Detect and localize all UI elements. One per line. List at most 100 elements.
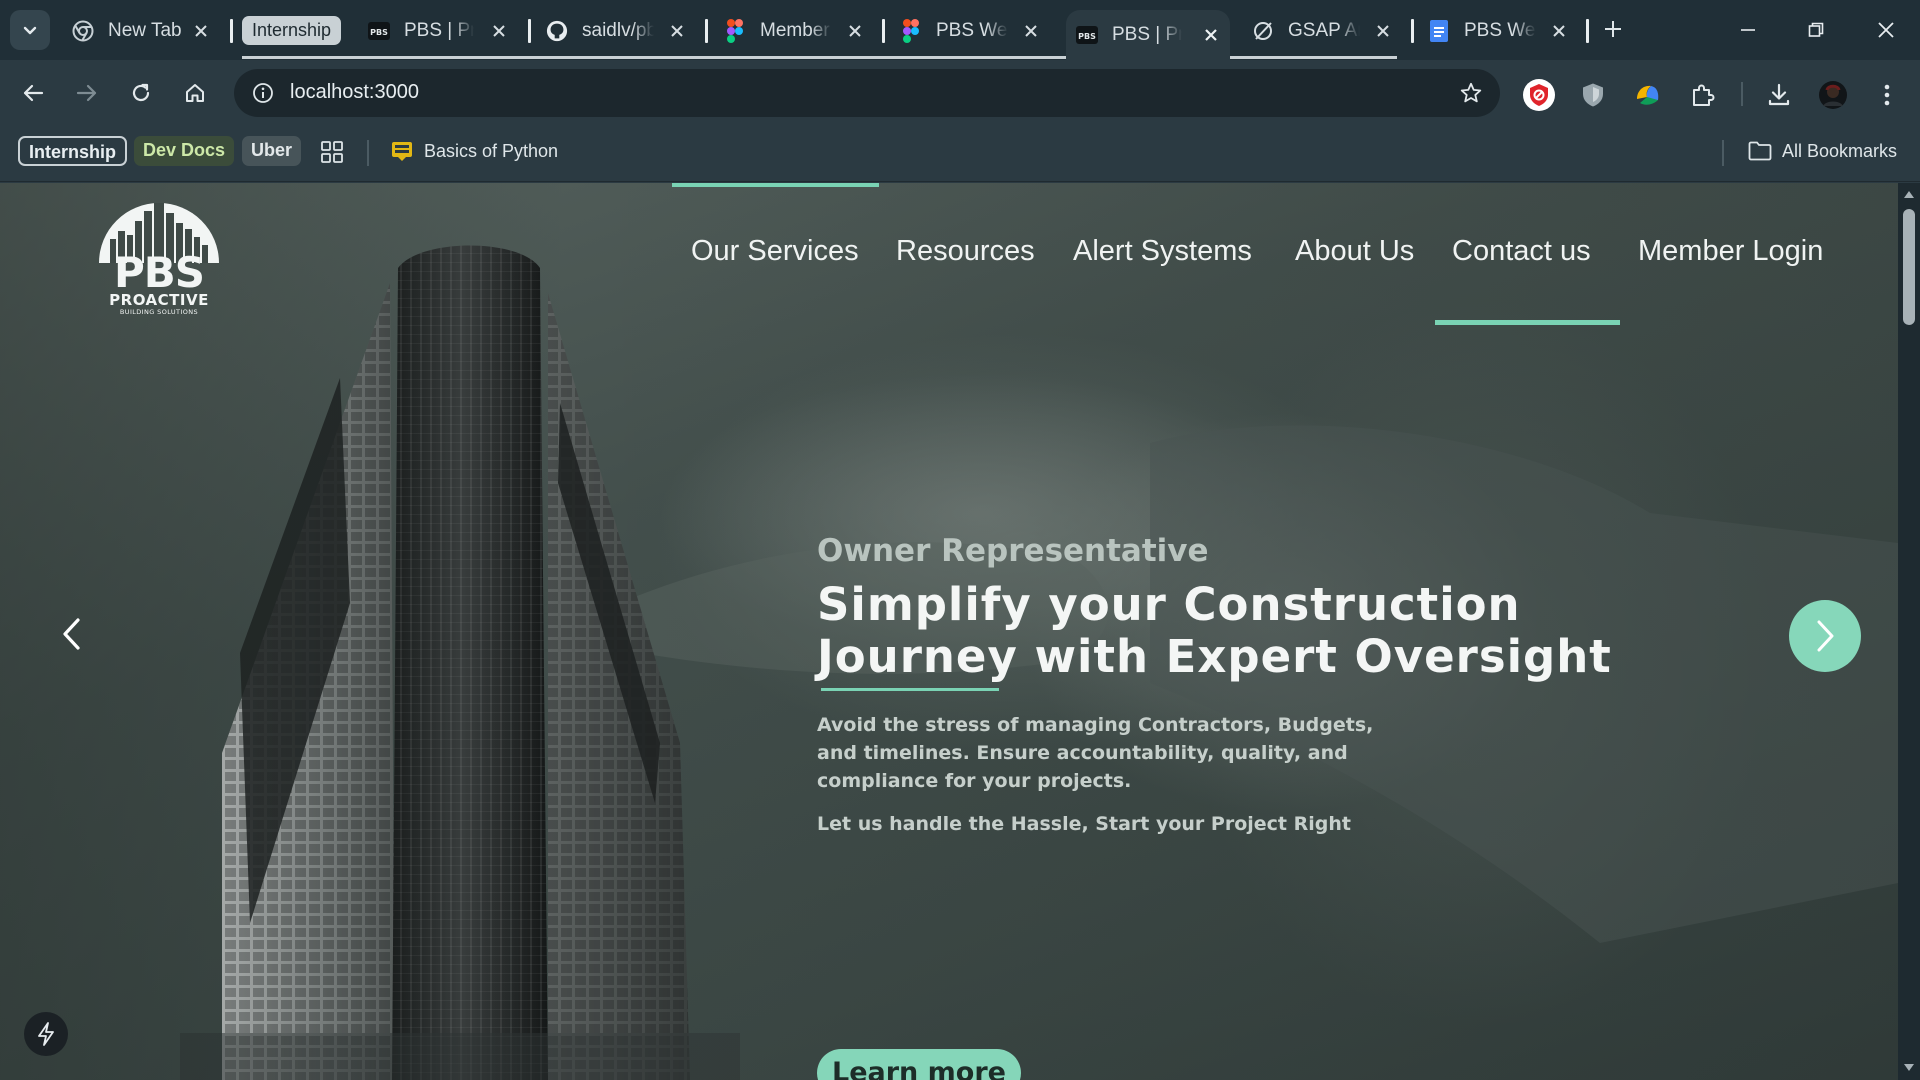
tab-pbs-active[interactable]: PBS PBS | Pro: [1066, 10, 1230, 60]
browser-window: New Tab Internship PBS PBS | Pro saidlv/…: [0, 0, 1920, 1080]
adblock-extension-icon[interactable]: [1522, 78, 1556, 112]
nav-hover-indicator: [672, 183, 879, 187]
chevron-right-icon: [1817, 620, 1834, 652]
tab-separator: [528, 19, 531, 43]
scroll-down-icon[interactable]: [1903, 1063, 1915, 1073]
toolbar-divider: [1741, 82, 1743, 106]
nav-resources[interactable]: Resources: [896, 235, 1035, 268]
shield-extension-icon[interactable]: [1576, 78, 1610, 112]
minimize-icon: [1741, 29, 1755, 31]
all-bookmarks-label: All Bookmarks: [1782, 140, 1898, 161]
carousel-prev-button[interactable]: [52, 614, 92, 654]
tab-title: PBS | Pro: [404, 20, 474, 41]
page-scrollbar[interactable]: [1898, 183, 1920, 1080]
home-button[interactable]: [176, 74, 214, 112]
hero-headline-line-2: Journey with Expert Oversight: [817, 630, 1612, 683]
arrow-left-icon: [23, 84, 44, 102]
back-button[interactable]: [14, 74, 52, 112]
address-url[interactable]: localhost:3000: [290, 81, 419, 104]
nav-about-us[interactable]: About Us: [1295, 235, 1414, 268]
tab-github[interactable]: saidlv/pb: [536, 11, 696, 51]
hero-headline-line-1: Simplify your Construction: [817, 578, 1521, 631]
nav-our-services[interactable]: Our Services: [691, 235, 859, 268]
tab-title: saidlv/pb: [582, 20, 654, 41]
extensions-puzzle-icon[interactable]: [1686, 78, 1720, 112]
download-icon: [1768, 83, 1790, 106]
bookmarks-divider: [367, 140, 369, 166]
scroll-up-icon[interactable]: [1903, 189, 1915, 199]
close-icon[interactable]: [1200, 24, 1222, 46]
close-icon[interactable]: [844, 20, 866, 42]
tab-separator: [1586, 19, 1589, 43]
restore-button[interactable]: [1786, 10, 1846, 50]
tab-title: PBS | Pro: [1112, 24, 1182, 45]
site-info-icon[interactable]: [248, 78, 278, 108]
close-icon[interactable]: [190, 20, 212, 42]
home-icon: [186, 84, 204, 102]
minimize-button[interactable]: [1718, 10, 1778, 50]
forward-button[interactable]: [68, 74, 106, 112]
more-vertical-icon: [1884, 84, 1890, 106]
browser-menu-button[interactable]: [1870, 78, 1904, 112]
figma-icon: [724, 19, 746, 43]
carousel-next-button[interactable]: [1789, 600, 1861, 672]
tab-title: PBS Web: [936, 20, 1008, 41]
tab-separator: [1411, 19, 1414, 43]
plus-icon: [1605, 21, 1621, 37]
bookmark-group-internship[interactable]: Internship: [18, 136, 128, 166]
nav-contact-us[interactable]: Contact us: [1452, 235, 1591, 268]
new-tab-button[interactable]: [1598, 14, 1628, 44]
tab-group-internship[interactable]: Internship: [242, 16, 342, 45]
apps-grid-icon[interactable]: [318, 138, 346, 166]
arrow-right-icon: [76, 84, 97, 102]
learn-more-button[interactable]: Learn more: [817, 1049, 1021, 1080]
all-bookmarks-button[interactable]: All Bookmarks: [1748, 136, 1897, 166]
tab-separator: [230, 19, 233, 43]
window-close-button[interactable]: [1856, 10, 1916, 50]
downloads-button[interactable]: [1762, 78, 1796, 112]
figma-icon: [900, 19, 922, 43]
tab-google-docs[interactable]: PBS Web: [1418, 11, 1578, 51]
tab-separator: [705, 19, 708, 43]
reload-icon: [132, 83, 150, 102]
address-bar[interactable]: localhost:3000: [234, 69, 1500, 117]
close-icon[interactable]: [488, 20, 510, 42]
tab-figma-member[interactable]: Member: [714, 11, 874, 51]
bookmark-basics-of-python[interactable]: Basics of Python: [390, 136, 558, 166]
tab-title: PBS Web: [1464, 20, 1536, 41]
tab-title: Member: [760, 20, 830, 41]
chevron-down-icon: [23, 26, 37, 35]
google-docs-icon: [1428, 20, 1450, 42]
bookmark-group-dev-docs[interactable]: Dev Docs: [134, 136, 235, 166]
close-icon[interactable]: [1020, 20, 1042, 42]
scrollbar-thumb[interactable]: [1903, 209, 1915, 325]
hero-eyebrow: Owner Representative: [817, 533, 1209, 569]
colorful-extension-icon[interactable]: [1630, 78, 1664, 112]
page-viewport: PBS PROACTIVE BUILDING SOLUTIONS Our Ser…: [0, 183, 1898, 1080]
tab-title: New Tab: [108, 20, 182, 41]
tab-new-tab[interactable]: New Tab: [62, 11, 220, 51]
tab-figma-pbs-web[interactable]: PBS Web: [890, 11, 1050, 51]
dev-tools-badge[interactable]: [24, 1012, 68, 1056]
bookmark-star-icon[interactable]: [1456, 78, 1486, 108]
reload-button[interactable]: [122, 74, 160, 112]
close-icon[interactable]: [1548, 20, 1570, 42]
tab-pbs-1[interactable]: PBS PBS | Pro: [358, 11, 518, 51]
profile-avatar[interactable]: [1816, 78, 1850, 112]
bookmark-group-uber[interactable]: Uber: [242, 136, 302, 166]
svg-text:PBS: PBS: [370, 28, 388, 37]
close-icon: [1878, 22, 1894, 38]
close-icon[interactable]: [1372, 20, 1394, 42]
tab-search-button[interactable]: [10, 10, 50, 50]
close-icon[interactable]: [666, 20, 688, 42]
hero-headline: Simplify your Construction Journey with …: [817, 579, 1717, 683]
bookmarks-divider: [1722, 140, 1724, 166]
nav-alert-systems[interactable]: Alert Systems: [1073, 235, 1252, 268]
nav-member-login[interactable]: Member Login: [1638, 235, 1823, 268]
tab-gsap[interactable]: GSAP An: [1242, 11, 1402, 51]
hero-tagline: Let us handle the Hassle, Start your Pro…: [817, 813, 1351, 835]
course-icon: [390, 139, 414, 163]
hero-description: Avoid the stress of managing Contractors…: [817, 714, 1374, 792]
tab-title: GSAP An: [1288, 20, 1360, 41]
chevron-left-icon: [63, 618, 80, 650]
